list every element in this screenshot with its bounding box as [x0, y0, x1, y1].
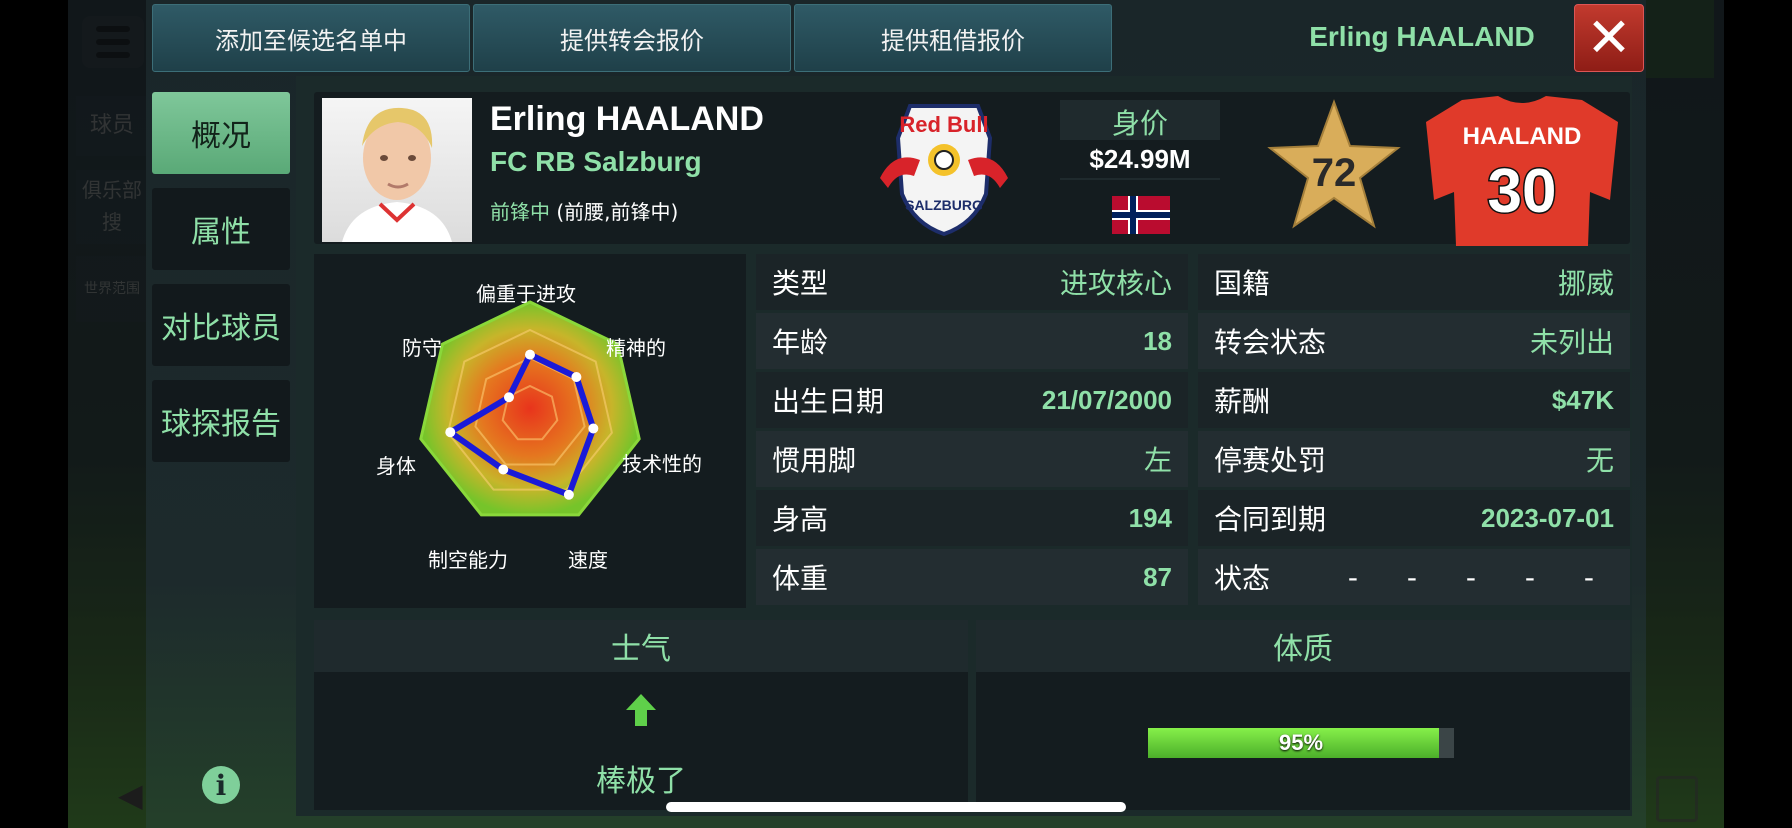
radar-label-physical: 身体: [376, 454, 416, 478]
info-row-foot: 惯用脚 左: [756, 431, 1188, 487]
shirt-number: 30: [1488, 157, 1557, 226]
market-value-box: 身价 $24.99M: [1060, 100, 1220, 180]
position-other: (前腰,前锋中): [556, 200, 679, 224]
info-row-suspension: 停赛处罚 无: [1198, 431, 1630, 487]
radar-point: [563, 489, 574, 500]
up-arrow-icon: [314, 694, 968, 726]
info-value: 进攻核心: [1059, 267, 1172, 300]
player-info-table-right: 国籍 挪威 转会状态 未列出 薪酬 $47K 停赛处罚 无 合同到期 2023-07-01…: [1198, 254, 1630, 608]
radar-point: [503, 392, 514, 403]
player-info-table-left: 类型 进攻核心 年龄 18 出生日期 21/07/2000 惯用脚 左 身高 194 体重…: [756, 254, 1188, 608]
close-button[interactable]: ✕: [1574, 4, 1644, 72]
info-row-age: 年龄 18: [756, 313, 1188, 369]
tab-compare-player[interactable]: 对比球员: [152, 284, 290, 366]
tab-overview[interactable]: 概况: [152, 92, 290, 174]
radar-label-technical: 技术性的: [622, 452, 702, 476]
club-logo-sub: SALZBURG: [905, 197, 983, 213]
rating-star-icon: 72: [1267, 99, 1401, 229]
add-to-shortlist-button[interactable]: 添加至候选名单中: [152, 4, 470, 72]
morale-card: 士气 棒极了: [314, 620, 968, 810]
radar-point: [588, 423, 599, 434]
player-title: Erling HAALAND: [1309, 21, 1535, 52]
player-position: 前锋中 (前腰,前锋中): [490, 196, 678, 225]
fitness-card: 体质 95%: [976, 620, 1630, 810]
info-key: 合同到期: [1214, 503, 1327, 536]
radar-point: [445, 427, 456, 438]
info-key: 状态: [1214, 562, 1271, 595]
info-row-weight: 体重 87: [756, 549, 1188, 605]
info-value: 194: [1128, 502, 1172, 533]
shirt-name: HAALAND: [1463, 123, 1582, 150]
fitness-percent: 95%: [1278, 730, 1324, 755]
club-logo-text: Red Bull: [899, 112, 988, 137]
fitness-bar: 95%: [1148, 728, 1454, 758]
info-key: 类型: [772, 267, 829, 300]
info-row-nationality: 国籍 挪威: [1198, 254, 1630, 310]
tab-attributes[interactable]: 属性: [152, 188, 290, 270]
info-key: 出生日期: [772, 385, 885, 418]
info-value: 未列出: [1529, 326, 1614, 359]
info-key: 体重: [772, 562, 829, 595]
info-value: 2023-07-01: [1481, 502, 1614, 533]
info-row-contract-expiry: 合同到期 2023-07-01: [1198, 490, 1630, 546]
morale-title: 士气: [314, 620, 968, 672]
radar-point: [525, 349, 535, 360]
radar-label-defending: 防守: [402, 336, 442, 360]
info-key: 转会状态: [1214, 326, 1327, 359]
market-value-label: 身价: [1111, 107, 1168, 140]
fitness-title: 体质: [976, 620, 1630, 672]
info-key: 身高: [772, 503, 829, 536]
info-row-type: 类型 进攻核心: [756, 254, 1188, 310]
radar-label-aerial: 制空能力: [428, 548, 508, 572]
player-header-card: Erling HAALAND FC RB Salzburg 前锋中 (前腰,前锋…: [314, 92, 1630, 246]
close-icon: ✕: [1586, 6, 1632, 69]
info-value: 18: [1143, 325, 1172, 356]
radar-label-speed: 速度: [568, 548, 608, 572]
morale-status: 棒极了: [596, 764, 686, 799]
info-key: 年龄: [772, 326, 829, 359]
info-row-wage: 薪酬 $47K: [1198, 372, 1630, 428]
radar-label-attacking: 偏重于进攻: [476, 282, 576, 306]
info-value: 左: [1143, 444, 1172, 477]
info-key: 停赛处罚: [1214, 444, 1327, 477]
radar-label-mental: 精神的: [606, 336, 666, 360]
top-action-bar: 添加至候选名单中 提供转会报价 提供租借报价 Erling HAALAND: [152, 4, 1645, 72]
shirt-icon: HAALAND 30: [1426, 96, 1618, 246]
info-row-form: 状态 - - - - -: [1198, 549, 1630, 605]
club-logo[interactable]: Red Bull SALZBURG: [874, 98, 1014, 238]
info-row-transfer-status: 转会状态 未列出: [1198, 313, 1630, 369]
tab-scout-report[interactable]: 球探报告: [152, 380, 290, 462]
info-value: 无: [1585, 444, 1614, 477]
info-value: 挪威: [1557, 267, 1614, 300]
norway-flag-icon: [1112, 196, 1170, 234]
transfer-offer-button[interactable]: 提供转会报价: [473, 4, 791, 72]
info-value: 87: [1143, 561, 1172, 592]
info-key: 惯用脚: [772, 444, 857, 477]
info-key: 国籍: [1214, 267, 1271, 300]
info-value: $47K: [1551, 384, 1614, 415]
loan-offer-button[interactable]: 提供租借报价: [794, 4, 1112, 72]
info-row-height: 身高 194: [756, 490, 1188, 546]
market-value: $24.99M: [1060, 140, 1220, 178]
home-indicator[interactable]: [666, 802, 1126, 812]
attribute-radar-chart: [419, 300, 641, 517]
player-rating: 72: [1312, 151, 1357, 195]
info-key: 薪酬: [1214, 385, 1271, 418]
player-photo: [322, 98, 472, 242]
player-club[interactable]: FC RB Salzburg: [490, 146, 702, 178]
info-value: - - - - -: [1347, 560, 1614, 594]
attribute-radar-panel: 偏重于进攻 精神的 技术性的 速度 制空能力 身体 防守: [314, 254, 746, 608]
radar-point: [498, 464, 509, 475]
position-main: 前锋中: [490, 200, 550, 224]
info-row-birthdate: 出生日期 21/07/2000: [756, 372, 1188, 428]
info-icon[interactable]: i: [202, 766, 240, 804]
radar-point: [571, 371, 582, 382]
player-name: Erling HAALAND: [490, 100, 764, 138]
info-value: 21/07/2000: [1041, 384, 1172, 415]
